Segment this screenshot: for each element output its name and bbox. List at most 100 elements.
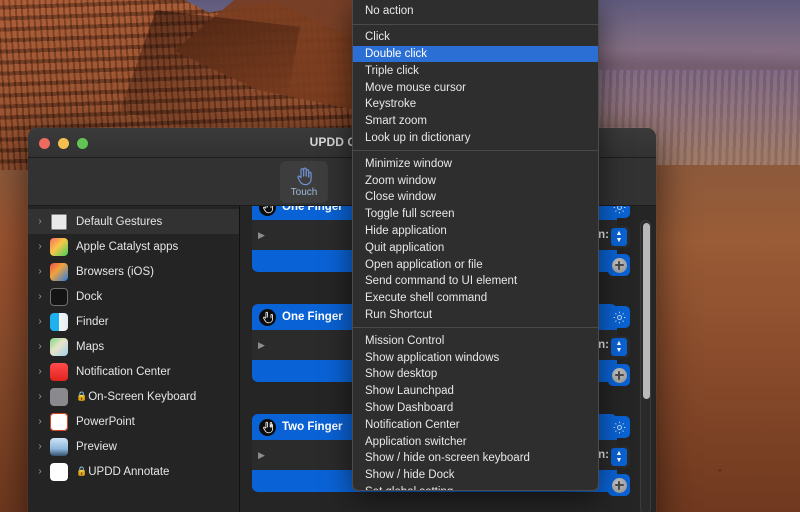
gear-icon[interactable] xyxy=(608,206,630,218)
chevron-right-icon[interactable]: › xyxy=(34,391,46,402)
menu-item-double-click[interactable]: Double click xyxy=(353,45,598,63)
menu-item-show-desktop[interactable]: Show desktop xyxy=(353,366,598,383)
menu-item-label: Show desktop xyxy=(365,368,438,381)
menu-item-run-shortcut[interactable]: Run Shortcut xyxy=(353,307,598,324)
gesture-card-title: Two Finger xyxy=(282,421,343,433)
triangle-right-icon[interactable]: ▶ xyxy=(258,450,265,461)
stepper-container[interactable]: ▲ ▼ xyxy=(608,226,630,248)
chevron-right-icon[interactable]: › xyxy=(34,241,46,252)
chevron-right-icon[interactable]: › xyxy=(34,366,46,377)
content-scrollbar[interactable] xyxy=(640,220,651,512)
stepper-down-arrow[interactable]: ▼ xyxy=(616,457,623,464)
stepper-up-arrow[interactable]: ▲ xyxy=(616,230,623,237)
chevron-right-icon[interactable]: › xyxy=(34,216,46,227)
sidebar-item-maps[interactable]: › Maps xyxy=(28,334,239,359)
add-button-knob[interactable] xyxy=(611,367,627,383)
menu-item-close-window[interactable]: Close window xyxy=(353,189,598,206)
stepper-container[interactable]: ▲ ▼ xyxy=(608,336,630,358)
menu-item-keystroke[interactable]: Keystroke xyxy=(353,96,598,113)
action-context-menu[interactable]: No action Click Double click Triple click Mo… xyxy=(352,0,599,491)
menu-item-send-command-to-ui-element[interactable]: Send command to UI element xyxy=(353,273,598,290)
gesture-card-controls: ▲ ▼ xyxy=(608,306,634,386)
menu-item-application-switcher[interactable]: Application switcher xyxy=(353,433,598,450)
menu-item-set-global-setting[interactable]: Set global setting xyxy=(353,484,598,490)
menu-item-open-application-or-file[interactable]: Open application or file xyxy=(353,256,598,273)
sidebar-item-preview[interactable]: › Preview xyxy=(28,434,239,459)
sidebar-item-dock[interactable]: › Dock xyxy=(28,284,239,309)
menu-item-label: No action xyxy=(365,5,414,18)
stepper-container[interactable]: ▲ ▼ xyxy=(608,446,630,468)
menu-item-label: Quit application xyxy=(365,241,445,254)
menu-item-label: Triple click xyxy=(365,64,419,77)
sidebar-item-default-gestures[interactable]: › Default Gestures xyxy=(28,209,239,234)
menu-item-show-dashboard[interactable]: Show Dashboard xyxy=(353,400,598,417)
menu-item-click[interactable]: Click xyxy=(353,29,598,46)
add-plus-icon[interactable] xyxy=(608,474,630,496)
sidebar-item-apple-catalyst-apps[interactable]: › Apple Catalyst apps xyxy=(28,234,239,259)
menu-item-label: Show Dashboard xyxy=(365,401,454,414)
menu-item-minimize-window[interactable]: Minimize window xyxy=(353,155,598,172)
menu-item-label: Application switcher xyxy=(365,435,467,448)
one-finger-icon xyxy=(259,308,276,326)
menu-item-show-application-windows[interactable]: Show application windows xyxy=(353,349,598,366)
menu-item-show-hide-on-screen-keyboard[interactable]: Show / hide on-screen keyboard xyxy=(353,450,598,467)
menu-item-notification-center[interactable]: Notification Center xyxy=(353,416,598,433)
sidebar-item-text: Finder xyxy=(76,315,109,328)
menu-item-quit-application[interactable]: Quit application xyxy=(353,239,598,256)
sidebar-item-on-screen-keyboard[interactable]: › 🔒 On-Screen Keyboard xyxy=(28,384,239,409)
menu-item-no-action[interactable]: No action xyxy=(353,3,598,20)
gear-icon[interactable] xyxy=(608,416,630,438)
menu-item-move-mouse-cursor[interactable]: Move mouse cursor xyxy=(353,79,598,96)
sidebar-item-text: Apple Catalyst apps xyxy=(76,240,179,253)
menu-item-show-launchpad[interactable]: Show Launchpad xyxy=(353,383,598,400)
menu-item-label: Show / hide Dock xyxy=(365,469,455,482)
sidebar-item-updd-annotate[interactable]: › 🔒 UPDD Annotate xyxy=(28,459,239,484)
annotate-icon xyxy=(50,462,68,481)
stepper-up-arrow[interactable]: ▲ xyxy=(616,340,623,347)
chevron-right-icon[interactable]: › xyxy=(34,266,46,277)
scrollbar-thumb[interactable] xyxy=(643,223,650,399)
sidebar-item-notification-center[interactable]: › Notification Center xyxy=(28,359,239,384)
menu-item-triple-click[interactable]: Triple click xyxy=(353,62,598,79)
menu-item-hide-application[interactable]: Hide application xyxy=(353,223,598,240)
chevron-right-icon[interactable]: › xyxy=(34,416,46,427)
add-plus-icon[interactable] xyxy=(608,254,630,276)
stepper-down-arrow[interactable]: ▼ xyxy=(616,237,623,244)
chevron-right-icon[interactable]: › xyxy=(34,341,46,352)
add-button-knob[interactable] xyxy=(611,257,627,273)
menu-item-look-up-in-dictionary[interactable]: Look up in dictionary xyxy=(353,130,598,147)
gear-icon[interactable] xyxy=(608,306,630,328)
menu-item-label: Hide application xyxy=(365,224,447,237)
hand-touch-icon xyxy=(296,166,313,186)
sidebar-item-text: Dock xyxy=(76,290,103,303)
chevron-right-icon[interactable]: › xyxy=(34,466,46,477)
menu-item-show-hide-dock[interactable]: Show / hide Dock xyxy=(353,467,598,484)
menu-item-execute-shell-command[interactable]: Execute shell command xyxy=(353,290,598,307)
menu-item-toggle-full-screen[interactable]: Toggle full screen xyxy=(353,206,598,223)
chevron-right-icon[interactable]: › xyxy=(34,441,46,452)
stepper-up-down-icon[interactable]: ▲ ▼ xyxy=(611,338,627,356)
sidebar-item-label: 🔒 UPDD Annotate xyxy=(76,466,169,478)
menu-item-label: Minimize window xyxy=(365,157,452,170)
menu-item-label: Send command to UI element xyxy=(365,275,518,288)
chevron-right-icon[interactable]: › xyxy=(34,291,46,302)
toolbar-touch-button[interactable]: Touch xyxy=(280,161,328,203)
stepper-up-down-icon[interactable]: ▲ ▼ xyxy=(611,448,627,466)
gesture-groups-sidebar[interactable]: › Default Gestures › Apple Catalyst apps › Br… xyxy=(28,206,240,512)
stepper-up-arrow[interactable]: ▲ xyxy=(616,450,623,457)
stepper-down-arrow[interactable]: ▼ xyxy=(616,347,623,354)
triangle-right-icon[interactable]: ▶ xyxy=(258,340,265,351)
menu-item-mission-control[interactable]: Mission Control xyxy=(353,332,598,349)
menu-item-smart-zoom[interactable]: Smart zoom xyxy=(353,113,598,130)
sidebar-item-text: Browsers (iOS) xyxy=(76,265,154,278)
add-plus-icon[interactable] xyxy=(608,364,630,386)
sidebar-item-finder[interactable]: › Finder xyxy=(28,309,239,334)
chevron-right-icon[interactable]: › xyxy=(34,316,46,327)
stepper-up-down-icon[interactable]: ▲ ▼ xyxy=(611,228,627,246)
sidebar-item-text: Preview xyxy=(76,440,117,453)
menu-item-zoom-window[interactable]: Zoom window xyxy=(353,172,598,189)
triangle-right-icon[interactable]: ▶ xyxy=(258,230,265,241)
add-button-knob[interactable] xyxy=(611,477,627,493)
sidebar-item-browsers-ios[interactable]: › Browsers (iOS) xyxy=(28,259,239,284)
sidebar-item-powerpoint[interactable]: › PowerPoint xyxy=(28,409,239,434)
